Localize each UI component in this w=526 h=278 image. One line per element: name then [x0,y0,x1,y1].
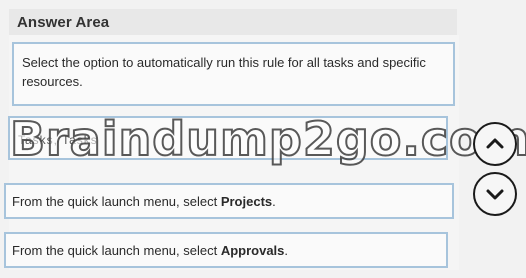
move-down-button[interactable] [473,172,517,216]
answer-item-4-bold: Approvals [220,243,285,258]
answer-item-4-prefix: From the quick launch menu, select [12,243,221,258]
answer-area-header: Answer Area [9,9,457,35]
answer-item-3-bold: Projects [220,194,273,209]
answer-item-2-text: Tasks, Tasks [18,133,98,147]
answer-item-1-text: Select the option to automatically run t… [22,55,426,89]
answer-area-title: Answer Area [17,14,110,31]
answer-item-4-suffix: . [284,243,289,258]
chevron-up-icon [486,138,504,149]
answer-item-3-suffix: . [272,194,276,209]
answer-item-4[interactable]: From the quick launch menu, select Appro… [4,232,448,268]
chevron-down-icon [486,189,504,200]
answer-item-3-prefix: From the quick launch menu, select [12,194,221,209]
answer-item-3[interactable]: From the quick launch menu, select Proje… [4,183,454,219]
move-up-button[interactable] [473,122,517,166]
answer-item-2[interactable]: Tasks, Tasks [8,116,448,160]
answer-item-1[interactable]: Select the option to automatically run t… [12,42,455,106]
